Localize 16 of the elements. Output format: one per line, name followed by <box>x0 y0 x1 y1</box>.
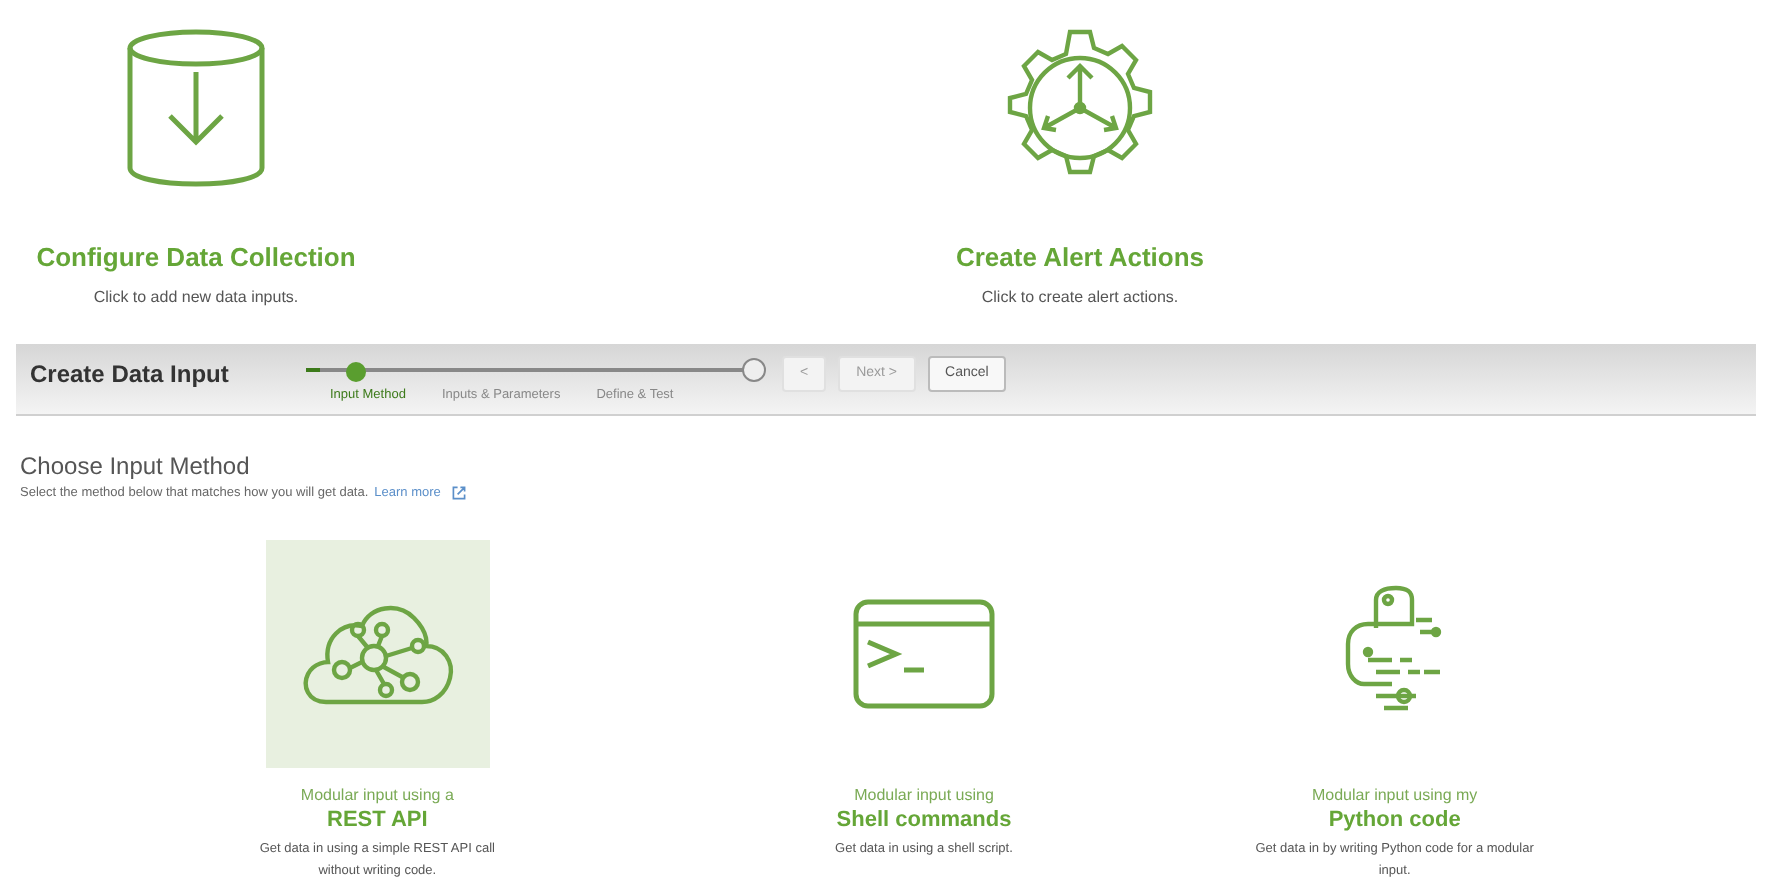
cylinder-download-icon <box>126 28 266 188</box>
method-caption: Modular input using <box>854 783 994 808</box>
method-title[interactable]: Shell commands <box>836 807 1012 832</box>
method-title[interactable]: Python code <box>1328 807 1461 832</box>
method-title[interactable]: REST API <box>327 807 428 832</box>
action-subtitle: Click to add new data inputs. <box>93 285 299 309</box>
wizard-title: Create Data Input <box>30 358 231 392</box>
action-title[interactable]: Create Alert Actions <box>955 238 1204 277</box>
method-caption: Modular input using my <box>1311 783 1478 808</box>
terminal-window-icon <box>851 597 996 710</box>
action-subtitle: Click to create alert actions. <box>981 285 1179 309</box>
external-link-icon <box>452 486 467 501</box>
method-caption: Modular input using a <box>300 783 454 808</box>
action-title[interactable]: Configure Data Collection <box>36 238 356 277</box>
section-title: Choose Input Method <box>20 450 252 484</box>
method-tile[interactable] <box>265 539 490 768</box>
